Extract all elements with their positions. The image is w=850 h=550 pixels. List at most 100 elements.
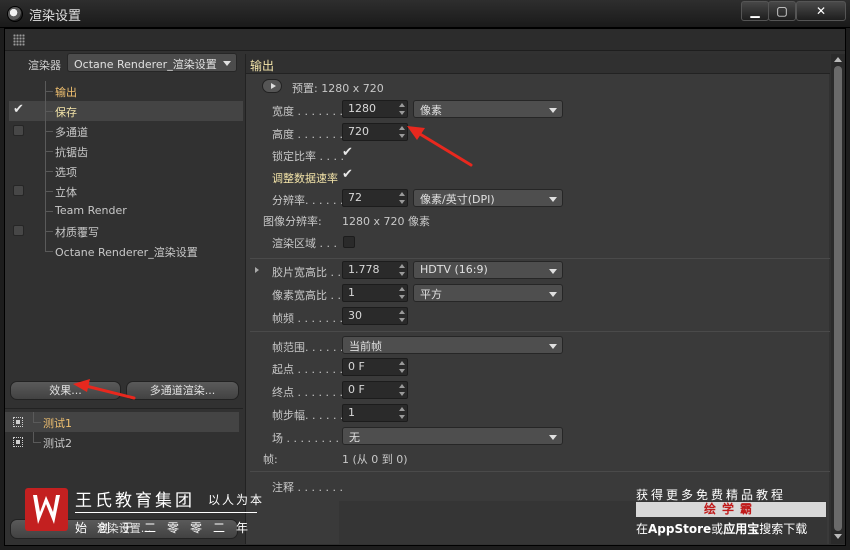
width-field[interactable]: 1280 [342, 100, 408, 118]
stereo-checkbox[interactable] [13, 185, 24, 196]
promo-text: 或 [711, 522, 724, 536]
tree-connector [45, 131, 53, 132]
tree-connector [45, 171, 53, 172]
frame-range-value: 当前帧 [349, 340, 382, 353]
checkmark-icon[interactable]: ✔ [13, 101, 27, 119]
tree-item-options[interactable]: 选项 [9, 161, 243, 181]
tree-item-label: 多通道 [55, 126, 88, 139]
film-aspect-label: 胶片宽高比 . . [272, 266, 341, 279]
resolution-field[interactable]: 72 [342, 189, 408, 207]
pixel-aspect-field[interactable]: 1 [342, 284, 408, 302]
frames-value: 1 (从 0 到 0) [342, 453, 408, 466]
field-label: 场 . . . . . . . . . [272, 432, 346, 445]
resolution-unit-select[interactable]: 像素/英寸(DPI) [413, 189, 563, 207]
film-aspect-select[interactable]: HDTV (16:9) [413, 261, 563, 279]
tree-item-label: 选项 [55, 166, 77, 179]
frame-step-field[interactable]: 1 [342, 404, 408, 422]
resolution-value: 72 [348, 191, 362, 204]
tree-item-team-render[interactable]: Team Render [9, 201, 243, 221]
pixel-aspect-value: 1 [348, 286, 355, 299]
divider [250, 471, 830, 472]
width-label: 宽度 . . . . . . . [272, 105, 343, 118]
tree-connector [45, 191, 53, 192]
divider [250, 258, 830, 259]
image-resolution-value: 1280 x 720 像素 [342, 215, 430, 228]
spinner-icon[interactable] [399, 264, 405, 276]
frame-range-select[interactable]: 当前帧 [342, 336, 563, 354]
promo-text: 在 [636, 522, 649, 536]
watermark-company: 王氏教育集团 [75, 491, 195, 511]
tree-item-save[interactable]: ✔ 保存 [9, 101, 243, 121]
minimize-button[interactable]: ▁ [741, 1, 769, 21]
chevron-down-icon [549, 292, 557, 297]
spinner-icon[interactable] [399, 310, 405, 322]
settings-tree: 输出 ✔ 保存 多通道 抗锯齿 选项 立体 Team Render 材质覆写 O… [9, 81, 243, 291]
tree-connector [33, 412, 34, 422]
spinner-icon[interactable] [399, 384, 405, 396]
height-value: 720 [348, 125, 369, 138]
expand-arrow-icon[interactable] [255, 267, 259, 273]
adjust-rate-checkbox[interactable]: ✔ [342, 167, 353, 182]
renderer-select[interactable]: Octane Renderer_渲染设置 [67, 53, 237, 72]
spinner-icon[interactable] [399, 103, 405, 115]
field-select[interactable]: 无 [342, 427, 563, 445]
tree-connector [33, 422, 41, 423]
chevron-down-icon [549, 197, 557, 202]
pixel-aspect-select[interactable]: 平方 [413, 284, 563, 302]
spinner-icon[interactable] [399, 192, 405, 204]
film-aspect-field[interactable]: 1.778 [342, 261, 408, 279]
watermark-founded: 始创于二零零二年 [75, 521, 260, 535]
fps-field[interactable]: 30 [342, 307, 408, 325]
spinner-icon[interactable] [399, 407, 405, 419]
annotation-arrow-height [407, 126, 473, 167]
spinner-icon[interactable] [399, 287, 405, 299]
start-field[interactable]: 0 F [342, 358, 408, 376]
render-region-checkbox[interactable] [343, 236, 355, 248]
list-item-test1[interactable]: 测试1 [5, 412, 239, 432]
tree-item-label: 立体 [55, 186, 77, 199]
tree-connector [45, 91, 53, 92]
maximize-button[interactable]: ▢ [768, 1, 796, 21]
render-setting-icon[interactable] [13, 437, 23, 447]
scroll-down-icon[interactable] [834, 534, 842, 539]
multipass-checkbox[interactable] [13, 125, 24, 136]
close-button[interactable]: ✕ [796, 1, 846, 21]
spinner-icon[interactable] [399, 361, 405, 373]
lock-ratio-label: 锁定比率 . . . . [272, 150, 344, 163]
unit-value: 像素 [420, 104, 442, 117]
tree-item-multipass[interactable]: 多通道 [9, 121, 243, 141]
promo-app-market: 应用宝 [723, 522, 760, 536]
list-item-test2[interactable]: 测试2 [5, 432, 239, 452]
lock-ratio-checkbox[interactable]: ✔ [342, 145, 353, 160]
title-bar[interactable]: 渲染设置 ▁ ▢ ✕ [0, 0, 850, 28]
end-label: 终点 . . . . . . . [272, 386, 343, 399]
annotation-arrow-test1 [73, 379, 136, 400]
preset-label: 预置: 1280 x 720 [292, 82, 384, 95]
unit-select[interactable]: 像素 [413, 100, 563, 118]
render-setting-icon[interactable] [13, 417, 23, 427]
height-field[interactable]: 720 [342, 123, 408, 141]
tree-item-output[interactable]: 输出 [9, 81, 243, 101]
grip-icon[interactable] [13, 34, 25, 46]
adjust-rate-label: 调整数据速率 [272, 172, 338, 185]
material-override-checkbox[interactable] [13, 225, 24, 236]
panel-title: 输出 [250, 59, 275, 73]
tree-item-material-override[interactable]: 材质覆写 [9, 221, 243, 241]
scroll-up-icon[interactable] [834, 57, 842, 62]
cinema4d-app-icon [7, 6, 23, 22]
scroll-thumb[interactable] [834, 66, 842, 531]
frame-step-value: 1 [348, 406, 355, 419]
renderer-select-value: Octane Renderer_渲染设置 [74, 58, 217, 71]
film-aspect-preset: HDTV (16:9) [420, 263, 488, 276]
vertical-scrollbar[interactable] [831, 54, 845, 544]
tree-item-antialiasing[interactable]: 抗锯齿 [9, 141, 243, 161]
end-field[interactable]: 0 F [342, 381, 408, 399]
tree-item-octane-settings[interactable]: Octane Renderer_渲染设置 [9, 241, 243, 261]
watermark-promo-badge: 绘学霸 [636, 502, 826, 517]
watermark-rule [75, 512, 257, 513]
chevron-down-icon [549, 269, 557, 274]
tree-item-stereo[interactable]: 立体 [9, 181, 243, 201]
multipass-render-button[interactable]: 多通道渲染... [126, 381, 239, 400]
preset-play-button[interactable] [262, 79, 282, 93]
toolbar-grip[interactable] [5, 29, 845, 51]
